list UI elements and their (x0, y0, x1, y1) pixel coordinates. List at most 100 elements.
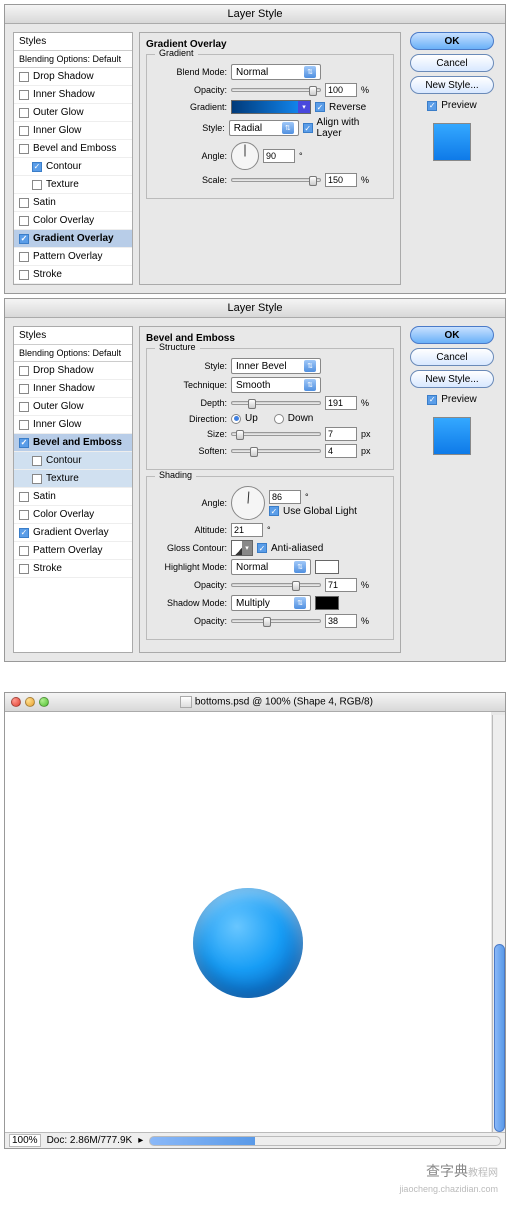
shading-angle-dial[interactable] (231, 486, 265, 520)
style-item-color-overlay[interactable]: Color Overlay (14, 212, 132, 230)
style-item-gradient-overlay[interactable]: Gradient Overlay (14, 524, 132, 542)
shadow-mode-select[interactable]: Multiply⇅ (231, 595, 311, 611)
style-checkbox[interactable] (19, 546, 29, 556)
shadow-opacity-field[interactable] (325, 614, 357, 628)
technique-select[interactable]: Smooth⇅ (231, 377, 321, 393)
style-checkbox[interactable] (19, 252, 29, 262)
altitude-field[interactable] (231, 523, 263, 537)
style-item-satin[interactable]: Satin (14, 488, 132, 506)
highlight-opacity-field[interactable] (325, 578, 357, 592)
style-item-color-overlay[interactable]: Color Overlay (14, 506, 132, 524)
style-item-texture[interactable]: Texture (14, 470, 132, 488)
cancel-button[interactable]: Cancel (410, 54, 494, 72)
depth-field[interactable] (325, 396, 357, 410)
style-checkbox[interactable] (19, 72, 29, 82)
style-item-inner-glow[interactable]: Inner Glow (14, 416, 132, 434)
document-titlebar[interactable]: bottoms.psd @ 100% (Shape 4, RGB/8) (5, 693, 505, 712)
opacity-field[interactable] (325, 83, 357, 97)
style-checkbox[interactable] (19, 270, 29, 280)
style-checkbox[interactable] (32, 180, 42, 190)
style-checkbox[interactable] (19, 510, 29, 520)
style-item-satin[interactable]: Satin (14, 194, 132, 212)
gradient-style-select[interactable]: Radial⇅ (229, 120, 299, 136)
style-item-inner-glow[interactable]: Inner Glow (14, 122, 132, 140)
ok-button[interactable]: OK (410, 32, 494, 50)
style-checkbox[interactable] (19, 216, 29, 226)
style-checkbox[interactable] (19, 402, 29, 412)
anti-alias-checkbox[interactable] (257, 543, 267, 553)
style-checkbox[interactable] (19, 384, 29, 394)
style-checkbox[interactable] (19, 198, 29, 208)
horizontal-scrollbar[interactable] (149, 1136, 501, 1146)
style-item-drop-shadow[interactable]: Drop Shadow (14, 68, 132, 86)
preview-checkbox[interactable] (427, 101, 437, 111)
bevel-style-select[interactable]: Inner Bevel⇅ (231, 358, 321, 374)
angle-field[interactable] (269, 490, 301, 504)
style-checkbox[interactable] (19, 366, 29, 376)
minimize-icon[interactable] (25, 697, 35, 707)
style-item-pattern-overlay[interactable]: Pattern Overlay (14, 542, 132, 560)
reverse-checkbox[interactable] (315, 102, 325, 112)
style-item-outer-glow[interactable]: Outer Glow (14, 398, 132, 416)
global-light-checkbox[interactable] (269, 506, 279, 516)
styles-header[interactable]: Styles (14, 327, 132, 345)
style-item-inner-shadow[interactable]: Inner Shadow (14, 380, 132, 398)
style-checkbox[interactable] (19, 234, 29, 244)
style-item-pattern-overlay[interactable]: Pattern Overlay (14, 248, 132, 266)
styles-header[interactable]: Styles (14, 33, 132, 51)
style-item-outer-glow[interactable]: Outer Glow (14, 104, 132, 122)
style-item-stroke[interactable]: Stroke (14, 266, 132, 284)
style-item-contour[interactable]: Contour (14, 452, 132, 470)
cancel-button[interactable]: Cancel (410, 348, 494, 366)
style-checkbox[interactable] (19, 144, 29, 154)
zoom-icon[interactable] (39, 697, 49, 707)
style-checkbox[interactable] (19, 528, 29, 538)
style-checkbox[interactable] (32, 456, 42, 466)
soften-field[interactable] (325, 444, 357, 458)
highlight-mode-select[interactable]: Normal⇅ (231, 559, 311, 575)
style-checkbox[interactable] (32, 474, 42, 484)
size-slider[interactable] (231, 432, 321, 436)
new-style-button[interactable]: New Style... (410, 76, 494, 94)
canvas[interactable] (5, 712, 491, 1132)
style-checkbox[interactable] (19, 438, 29, 448)
direction-down-radio[interactable] (274, 414, 284, 424)
scale-slider[interactable] (231, 178, 321, 182)
align-checkbox[interactable] (303, 123, 313, 133)
style-item-inner-shadow[interactable]: Inner Shadow (14, 86, 132, 104)
shape-blue-sphere[interactable] (193, 888, 303, 998)
gloss-contour[interactable]: ▾ (231, 540, 253, 556)
style-item-gradient-overlay[interactable]: Gradient Overlay (14, 230, 132, 248)
direction-up-radio[interactable] (231, 414, 241, 424)
preview-checkbox[interactable] (427, 395, 437, 405)
shadow-opacity-slider[interactable] (231, 619, 321, 623)
shadow-color[interactable] (315, 596, 339, 610)
style-item-bevel-and-emboss[interactable]: Bevel and Emboss (14, 434, 132, 452)
style-checkbox[interactable] (19, 108, 29, 118)
highlight-opacity-slider[interactable] (231, 583, 321, 587)
style-item-stroke[interactable]: Stroke (14, 560, 132, 578)
close-icon[interactable] (11, 697, 21, 707)
soften-slider[interactable] (231, 449, 321, 453)
style-checkbox[interactable] (19, 420, 29, 430)
style-item-texture[interactable]: Texture (14, 176, 132, 194)
style-item-contour[interactable]: Contour (14, 158, 132, 176)
zoom-field[interactable]: 100% (9, 1134, 41, 1147)
style-item-bevel-and-emboss[interactable]: Bevel and Emboss (14, 140, 132, 158)
scale-field[interactable] (325, 173, 357, 187)
style-item-drop-shadow[interactable]: Drop Shadow (14, 362, 132, 380)
style-checkbox[interactable] (19, 492, 29, 502)
blending-options[interactable]: Blending Options: Default (14, 345, 132, 362)
depth-slider[interactable] (231, 401, 321, 405)
style-checkbox[interactable] (19, 126, 29, 136)
style-checkbox[interactable] (32, 162, 42, 172)
style-checkbox[interactable] (19, 564, 29, 574)
blending-options[interactable]: Blending Options: Default (14, 51, 132, 68)
angle-field[interactable] (263, 149, 295, 163)
opacity-slider[interactable] (231, 88, 321, 92)
angle-dial[interactable] (231, 142, 259, 170)
blend-mode-select[interactable]: Normal⇅ (231, 64, 321, 80)
style-checkbox[interactable] (19, 90, 29, 100)
vertical-scrollbar[interactable] (492, 715, 505, 1132)
chevron-right-icon[interactable]: ▸ (138, 1135, 143, 1146)
